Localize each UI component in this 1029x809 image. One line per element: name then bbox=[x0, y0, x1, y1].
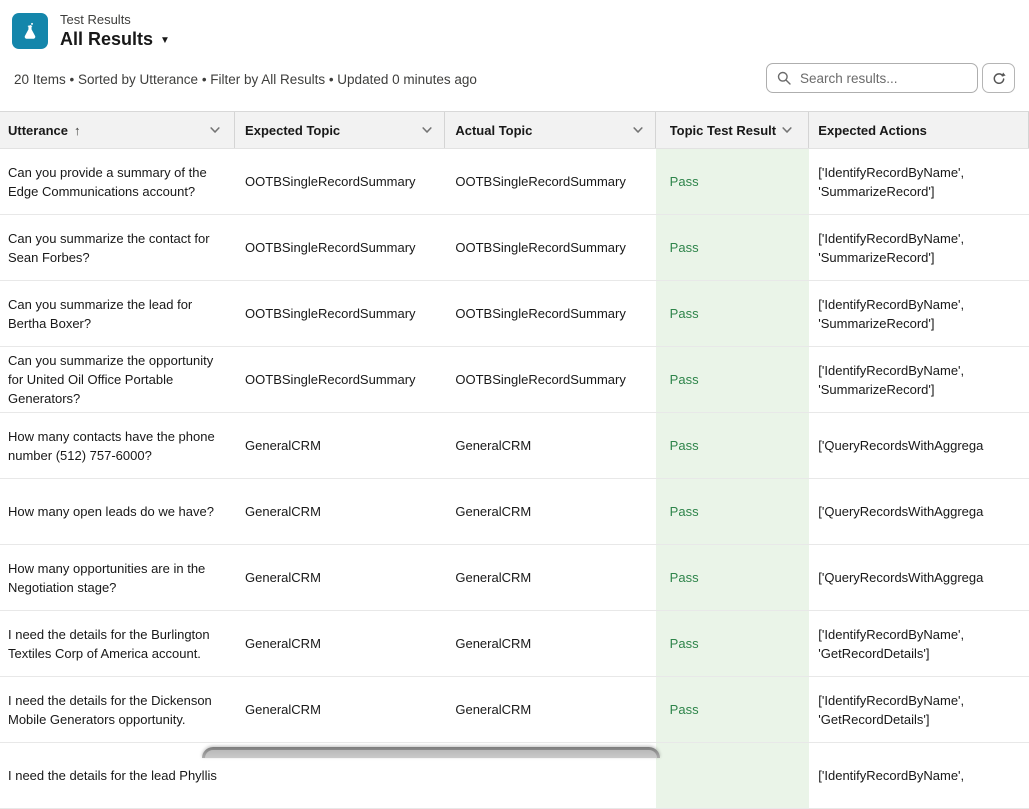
chevron-down-icon[interactable] bbox=[420, 123, 434, 137]
expected-actions-cell: ['IdentifyRecordByName', 'GetRecordDetai… bbox=[809, 611, 1029, 676]
utterance-cell: Can you summarize the contact for Sean F… bbox=[0, 215, 235, 280]
column-header-actual-topic[interactable]: Actual Topic bbox=[445, 112, 655, 148]
column-header-label: Expected Actions bbox=[818, 123, 927, 138]
column-header-label: Utterance bbox=[8, 123, 68, 138]
table-row: I need the details for the Dickenson Mob… bbox=[0, 677, 1029, 743]
utterance-cell: Can you provide a summary of the Edge Co… bbox=[0, 149, 235, 214]
view-selector-button[interactable]: All Results ▼ bbox=[60, 29, 170, 50]
expected-topic-cell: GeneralCRM bbox=[235, 413, 445, 478]
object-label: Test Results bbox=[60, 12, 170, 28]
expected-topic-cell: OOTBSingleRecordSummary bbox=[235, 347, 445, 412]
title-block: Test Results All Results ▼ bbox=[60, 12, 170, 50]
expected-actions-cell: ['IdentifyRecordByName', 'SummarizeRecor… bbox=[809, 215, 1029, 280]
bottom-window-edge bbox=[202, 747, 660, 758]
chevron-down-icon[interactable] bbox=[780, 123, 794, 137]
list-meta: 20 Items • Sorted by Utterance • Filter … bbox=[14, 72, 477, 87]
results-table: Utterance ↑ Expected Topic Actual Topic … bbox=[0, 111, 1029, 809]
table-row: How many open leads do we have? GeneralC… bbox=[0, 479, 1029, 545]
expected-topic-cell: GeneralCRM bbox=[235, 677, 445, 742]
table-header-row: Utterance ↑ Expected Topic Actual Topic … bbox=[0, 111, 1029, 149]
expected-actions-cell: ['IdentifyRecordByName', 'SummarizeRecor… bbox=[809, 149, 1029, 214]
topic-test-result-cell: Pass bbox=[656, 479, 810, 544]
expected-actions-cell: ['IdentifyRecordByName', 'GetRecordDetai… bbox=[809, 677, 1029, 742]
column-header-topic-test-result[interactable]: Topic Test Result bbox=[656, 112, 810, 148]
expected-actions-cell: ['QueryRecordsWithAggrega bbox=[809, 479, 1029, 544]
page-header: Test Results All Results ▼ 20 Items • So… bbox=[0, 0, 1029, 111]
table-row: Can you summarize the lead for Bertha Bo… bbox=[0, 281, 1029, 347]
topic-test-result-cell: Pass bbox=[656, 347, 810, 412]
column-header-utterance[interactable]: Utterance ↑ bbox=[0, 112, 235, 148]
topic-test-result-cell bbox=[656, 743, 810, 808]
table-body: Can you provide a summary of the Edge Co… bbox=[0, 149, 1029, 809]
utterance-cell: How many opportunities are in the Negoti… bbox=[0, 545, 235, 610]
utterance-cell: Can you summarize the opportunity for Un… bbox=[0, 347, 235, 412]
expected-actions-cell: ['IdentifyRecordByName', 'SummarizeRecor… bbox=[809, 281, 1029, 346]
column-header-expected-actions[interactable]: Expected Actions bbox=[809, 112, 1029, 148]
column-header-label: Expected Topic bbox=[245, 123, 340, 138]
expected-topic-cell: OOTBSingleRecordSummary bbox=[235, 281, 445, 346]
topic-test-result-cell: Pass bbox=[656, 215, 810, 280]
sort-ascending-icon: ↑ bbox=[74, 123, 81, 138]
expected-topic-cell: OOTBSingleRecordSummary bbox=[235, 215, 445, 280]
utterance-cell: Can you summarize the lead for Bertha Bo… bbox=[0, 281, 235, 346]
actual-topic-cell: GeneralCRM bbox=[445, 413, 655, 478]
flask-glyph bbox=[19, 20, 41, 42]
chevron-down-icon[interactable] bbox=[208, 123, 222, 137]
topic-test-result-cell: Pass bbox=[656, 545, 810, 610]
table-row: Can you summarize the opportunity for Un… bbox=[0, 347, 1029, 413]
utterance-cell: I need the details for the lead Phyllis bbox=[0, 743, 235, 808]
table-row: Can you summarize the contact for Sean F… bbox=[0, 215, 1029, 281]
actual-topic-cell: GeneralCRM bbox=[445, 545, 655, 610]
expected-topic-cell: GeneralCRM bbox=[235, 545, 445, 610]
search-icon bbox=[777, 71, 791, 85]
search-box bbox=[766, 63, 978, 93]
actual-topic-cell: OOTBSingleRecordSummary bbox=[445, 347, 655, 412]
topic-test-result-cell: Pass bbox=[656, 677, 810, 742]
expected-topic-cell: GeneralCRM bbox=[235, 479, 445, 544]
expected-topic-cell: OOTBSingleRecordSummary bbox=[235, 149, 445, 214]
table-row: How many contacts have the phone number … bbox=[0, 413, 1029, 479]
column-header-label: Actual Topic bbox=[455, 123, 532, 138]
expected-actions-cell: ['QueryRecordsWithAggrega bbox=[809, 413, 1029, 478]
table-row: Can you provide a summary of the Edge Co… bbox=[0, 149, 1029, 215]
chevron-down-icon: ▼ bbox=[160, 33, 170, 46]
view-name: All Results bbox=[60, 29, 153, 50]
topic-test-result-cell: Pass bbox=[656, 611, 810, 676]
table-row: I need the details for the Burlington Te… bbox=[0, 611, 1029, 677]
table-row: How many opportunities are in the Negoti… bbox=[0, 545, 1029, 611]
expected-actions-cell: ['IdentifyRecordByName', 'SummarizeRecor… bbox=[809, 347, 1029, 412]
actual-topic-cell: GeneralCRM bbox=[445, 611, 655, 676]
search-input[interactable] bbox=[798, 70, 977, 87]
utterance-cell: How many open leads do we have? bbox=[0, 479, 235, 544]
bottom-window-edge-inner bbox=[205, 750, 657, 758]
flask-icon bbox=[12, 13, 48, 49]
actual-topic-cell: OOTBSingleRecordSummary bbox=[445, 149, 655, 214]
actual-topic-cell: GeneralCRM bbox=[445, 479, 655, 544]
chevron-down-icon[interactable] bbox=[631, 123, 645, 137]
expected-topic-cell: GeneralCRM bbox=[235, 611, 445, 676]
utterance-cell: How many contacts have the phone number … bbox=[0, 413, 235, 478]
utterance-cell: I need the details for the Burlington Te… bbox=[0, 611, 235, 676]
topic-test-result-cell: Pass bbox=[656, 149, 810, 214]
actual-topic-cell: OOTBSingleRecordSummary bbox=[445, 215, 655, 280]
expected-actions-cell: ['IdentifyRecordByName', bbox=[809, 743, 1029, 808]
column-header-expected-topic[interactable]: Expected Topic bbox=[235, 112, 445, 148]
actual-topic-cell: GeneralCRM bbox=[445, 677, 655, 742]
refresh-icon bbox=[991, 71, 1006, 86]
topic-test-result-cell: Pass bbox=[656, 413, 810, 478]
refresh-button[interactable] bbox=[982, 63, 1015, 93]
utterance-cell: I need the details for the Dickenson Mob… bbox=[0, 677, 235, 742]
topic-test-result-cell: Pass bbox=[656, 281, 810, 346]
expected-actions-cell: ['QueryRecordsWithAggrega bbox=[809, 545, 1029, 610]
column-header-label: Topic Test Result bbox=[670, 123, 776, 138]
actual-topic-cell: OOTBSingleRecordSummary bbox=[445, 281, 655, 346]
